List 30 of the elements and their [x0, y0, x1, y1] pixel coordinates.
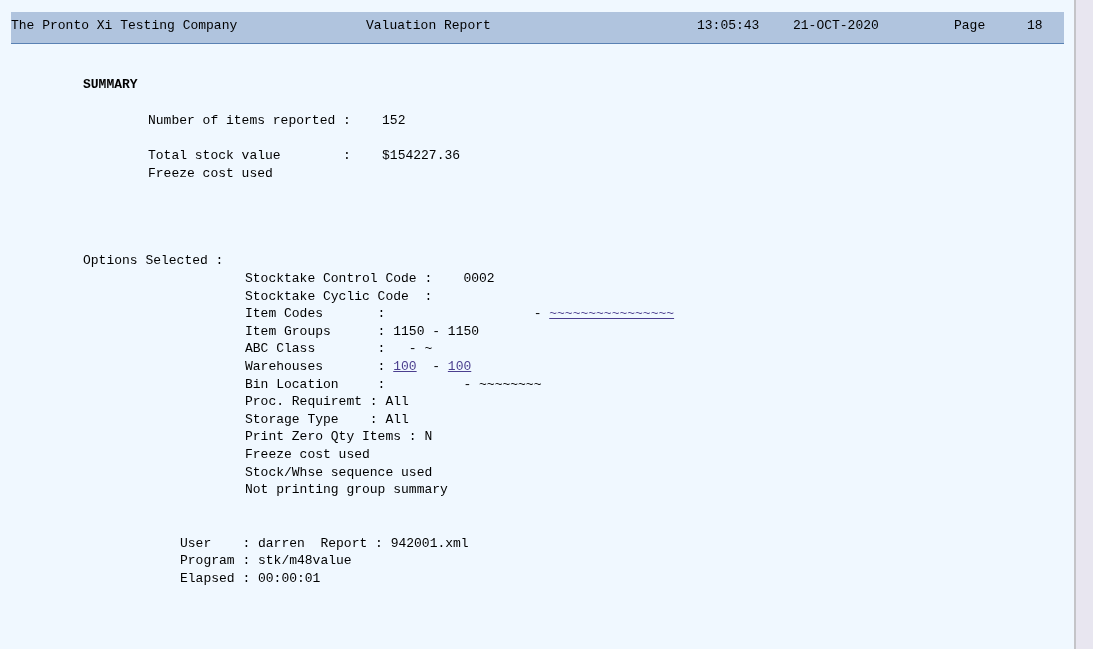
option-line: ABC Class : - ~	[245, 340, 433, 358]
footer-line: Program : stk/m48value	[180, 552, 352, 570]
option-line: Stocktake Cyclic Code :	[245, 287, 433, 306]
options-label: Options Selected :	[83, 252, 224, 270]
option-link[interactable]: 100	[393, 358, 417, 374]
report-time: 13:05:43	[697, 17, 761, 35]
option-link[interactable]: ~~~~~~~~~~~~~~~~	[549, 306, 675, 322]
company-name: The Pronto Xi Testing Company	[11, 17, 239, 35]
option-line: Bin Location : - ~~~~~~~~	[245, 375, 542, 394]
page-label: Page	[954, 17, 987, 35]
option-line: Proc. Requiremt : All	[245, 393, 409, 411]
report-date: 21-OCT-2020	[793, 17, 880, 35]
page-number: 18	[1027, 17, 1043, 35]
option-line: Item Codes : - ~~~~~~~~~~~~~~~~	[245, 305, 675, 323]
footer-line: User : darren Report : 942001.xml	[180, 534, 469, 553]
cost-method-line: Freeze cost used	[148, 164, 273, 183]
option-line: Not printing group summary	[245, 481, 448, 499]
option-line: Storage Type : All	[245, 410, 409, 429]
option-line: Freeze cost used	[245, 445, 370, 464]
footer-line: Elapsed : 00:00:01	[180, 569, 321, 588]
summary-heading: SUMMARY	[83, 76, 138, 94]
stock-value-line: Total stock value : $154227.36	[148, 147, 461, 165]
option-link[interactable]: 100	[447, 358, 472, 374]
report-title: Valuation Report	[366, 17, 492, 35]
items-count-line: Number of items reported : 152	[148, 111, 406, 130]
option-line: Print Zero Qty Items : N	[245, 428, 433, 446]
option-line: Stocktake Control Code : 0002	[245, 269, 495, 288]
option-line: Warehouses : 100 - 100	[245, 357, 472, 376]
option-line: Item Groups : 1150 - 1150	[245, 322, 480, 341]
option-line: Stock/Whse sequence used	[245, 463, 433, 482]
